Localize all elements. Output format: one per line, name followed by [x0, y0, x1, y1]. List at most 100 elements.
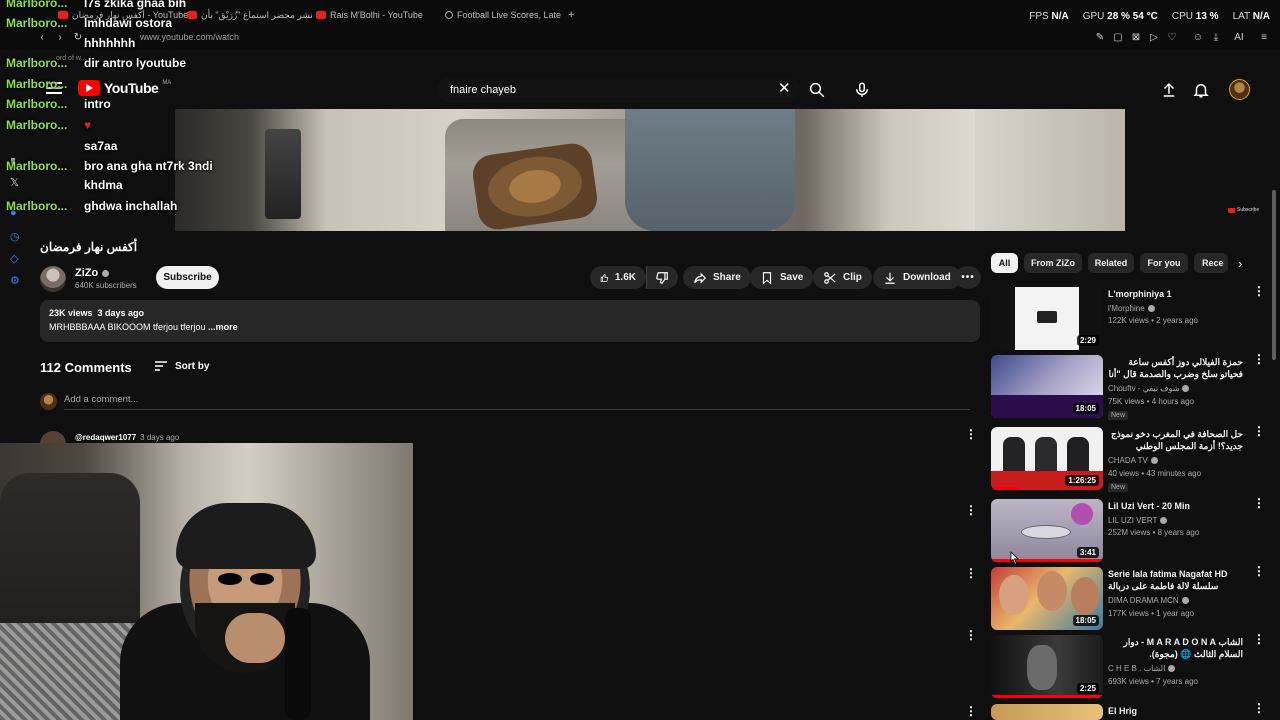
comment-author[interactable]: @redaqwer1077 — [75, 433, 136, 442]
channel-name[interactable]: ZiZo — [75, 267, 110, 279]
suggestion-item[interactable]: 3:41 Lil Uzi Vert - 20 Min LIL UZI VERT … — [991, 497, 1266, 563]
suggestion-title[interactable]: حل الصحافة في المغرب دخو نموذج جديد؟! أز… — [1108, 428, 1243, 452]
suggestion-title[interactable]: Serie lala fatima Nagafat HD سلسلة لالة … — [1108, 568, 1243, 592]
profile-icon[interactable]: ☺ — [1192, 32, 1204, 44]
clear-search-icon[interactable]: ✕ — [778, 81, 791, 97]
download-icon[interactable]: ⤓ — [1210, 32, 1222, 44]
url-text[interactable]: www.youtube.com/watch — [140, 32, 239, 42]
scrollbar[interactable] — [1272, 190, 1276, 360]
description-more-link[interactable]: ...more — [208, 322, 238, 332]
channel-mark-icon — [1037, 311, 1057, 323]
screenshot-icon[interactable]: ▢ — [1112, 32, 1124, 44]
tab-youtube-3[interactable]: Rais M'Bolhi - YouTube — [316, 8, 423, 22]
chip-for-you[interactable]: For you — [1140, 253, 1188, 273]
suggestion-menu-icon[interactable]: ⋮ — [1253, 425, 1265, 437]
suggestion-menu-icon[interactable]: ⋮ — [1253, 702, 1265, 714]
subscribe-button[interactable]: Subscribe — [156, 266, 219, 289]
download-button[interactable]: Download — [873, 266, 961, 289]
suggestion-menu-icon[interactable]: ⋮ — [1253, 353, 1265, 365]
chip-all[interactable]: All — [991, 253, 1018, 273]
clip-button[interactable]: Clip — [813, 266, 872, 289]
comment-menu-icon[interactable]: ⋮ — [965, 428, 977, 440]
video-thumbnail[interactable] — [991, 704, 1103, 720]
mic-icon[interactable] — [853, 81, 871, 99]
youtube-icon — [187, 11, 197, 19]
account-avatar[interactable] — [1229, 79, 1250, 100]
play-icon[interactable]: ▷ — [1148, 32, 1160, 44]
ai-button[interactable]: AI — [1230, 32, 1248, 44]
share-button[interactable]: Share — [683, 266, 751, 289]
comment-menu-icon[interactable]: ⋮ — [965, 629, 977, 641]
youtube-logo[interactable]: YouTube MA — [78, 80, 171, 96]
chat-message: Marlboro... ghdwa inchallah — [6, 199, 177, 213]
tab-football[interactable]: Football Live Scores, Late — [445, 8, 561, 22]
suggestion-title[interactable]: الشاب M A R A D O N A - دوار السلام الثا… — [1108, 636, 1243, 660]
heart-icon[interactable]: ♡ — [1166, 32, 1178, 44]
save-button[interactable]: Save — [750, 266, 814, 289]
suggestion-item[interactable]: 1:26:25 حل الصحافة في المغرب دخو نموذج ج… — [991, 425, 1266, 492]
suggestion-item[interactable]: El Hrig ⋮ — [991, 702, 1266, 720]
cube-icon[interactable]: ◇ — [10, 252, 22, 265]
chat-message: Marlboro... — [6, 77, 84, 91]
suggestion-title[interactable]: Lil Uzi Vert - 20 Min — [1108, 500, 1243, 512]
suggestion-menu-icon[interactable]: ⋮ — [1253, 497, 1265, 509]
suggestion-menu-icon[interactable]: ⋮ — [1253, 285, 1265, 297]
webcam-hand — [225, 613, 285, 663]
tab-youtube-2[interactable]: نشر محضر استماع "زُرَيْق" بأن — [187, 8, 313, 22]
suggestion-channel[interactable]: Chouftv - شوف تيفي — [1108, 384, 1190, 393]
suggestion-menu-icon[interactable]: ⋮ — [1253, 565, 1265, 577]
suggestion-menu-icon[interactable]: ⋮ — [1253, 633, 1265, 645]
video-thumbnail[interactable]: 18:05 — [991, 567, 1103, 630]
chat-message: hhhhhhh — [6, 36, 135, 50]
video-thumbnail[interactable]: 2:25 — [991, 635, 1103, 698]
more-actions-button[interactable]: ••• — [955, 266, 981, 289]
block-icon[interactable]: ⊠ — [1130, 32, 1142, 44]
comment-menu-icon[interactable]: ⋮ — [965, 504, 977, 516]
suggestion-item[interactable]: 2:29 L'morphiniya 1 l'Morphine 122K view… — [991, 285, 1266, 351]
chevron-right-icon[interactable]: › — [1238, 256, 1242, 271]
video-thumbnail[interactable]: 1:26:25 — [991, 427, 1103, 490]
pin-icon[interactable]: ✎ — [1094, 32, 1106, 44]
clock-icon[interactable]: ◷ — [10, 230, 22, 243]
like-button[interactable]: 1.6K — [590, 266, 646, 289]
suggestion-title[interactable]: L'morphiniya 1 — [1108, 288, 1243, 300]
bell-icon[interactable] — [1192, 81, 1210, 99]
chip-related[interactable]: Related — [1088, 253, 1134, 273]
description-box[interactable] — [40, 300, 980, 342]
suggestion-channel[interactable]: CHADA TV — [1108, 456, 1158, 465]
video-thumbnail[interactable]: 3:41 — [991, 499, 1103, 562]
chip-recent[interactable]: Rece — [1194, 253, 1228, 273]
search-icon[interactable] — [808, 81, 826, 99]
chat-message: Marlboro... l7s zkika ghaa bih — [6, 0, 186, 10]
sort-by-button[interactable]: Sort by — [154, 360, 209, 372]
upload-icon[interactable] — [1160, 81, 1178, 99]
suggestion-item[interactable]: 18:05 Serie lala fatima Nagafat HD سلسلة… — [991, 565, 1266, 631]
verified-icon — [1150, 457, 1158, 464]
chip-from-zizo[interactable]: From ZiZo — [1024, 253, 1082, 273]
suggestion-channel[interactable]: C H E B . الشاب — [1108, 664, 1176, 673]
video-thumbnail[interactable]: 2:29 — [991, 287, 1103, 350]
comment-menu-icon[interactable]: ⋮ — [965, 705, 977, 717]
search-input[interactable]: fnaire chayeb — [450, 84, 516, 96]
channel-avatar[interactable] — [40, 266, 66, 292]
add-comment-input[interactable]: Add a comment... — [64, 394, 138, 405]
subscribe-watermark[interactable]: Subscribe — [1228, 207, 1259, 213]
menu-icon[interactable]: ≡ — [1258, 32, 1270, 44]
dislike-button[interactable] — [646, 266, 678, 289]
suggestion-title[interactable]: حمزة الفيلالي دوز أكفس ساعة فحياتو سلخ و… — [1108, 356, 1243, 380]
suggestion-item[interactable]: 18:05 حمزة الفيلالي دوز أكفس ساعة فحياتو… — [991, 353, 1266, 420]
suggestion-channel[interactable]: LIL UZI VERT — [1108, 516, 1168, 525]
suggestion-item[interactable]: 2:25 الشاب M A R A D O N A - دوار السلام… — [991, 633, 1266, 699]
suggestion-channel[interactable]: l'Morphine — [1108, 304, 1155, 313]
video-player[interactable] — [175, 109, 1125, 231]
webcam-glasses — [218, 573, 278, 587]
chat-username: Marlboro... — [6, 97, 68, 111]
suggestion-title[interactable]: El Hrig — [1108, 705, 1243, 717]
settings-icon[interactable]: ⚙ — [10, 274, 22, 287]
video-thumbnail[interactable]: 18:05 — [991, 355, 1103, 418]
suggestion-meta: 40 views • 43 minutes ago — [1108, 469, 1202, 478]
webcam-fabric — [0, 623, 140, 720]
new-tab-button[interactable]: + — [568, 8, 574, 22]
suggestion-channel[interactable]: DIMA DRAMA MCN — [1108, 596, 1189, 605]
comment-menu-icon[interactable]: ⋮ — [965, 567, 977, 579]
